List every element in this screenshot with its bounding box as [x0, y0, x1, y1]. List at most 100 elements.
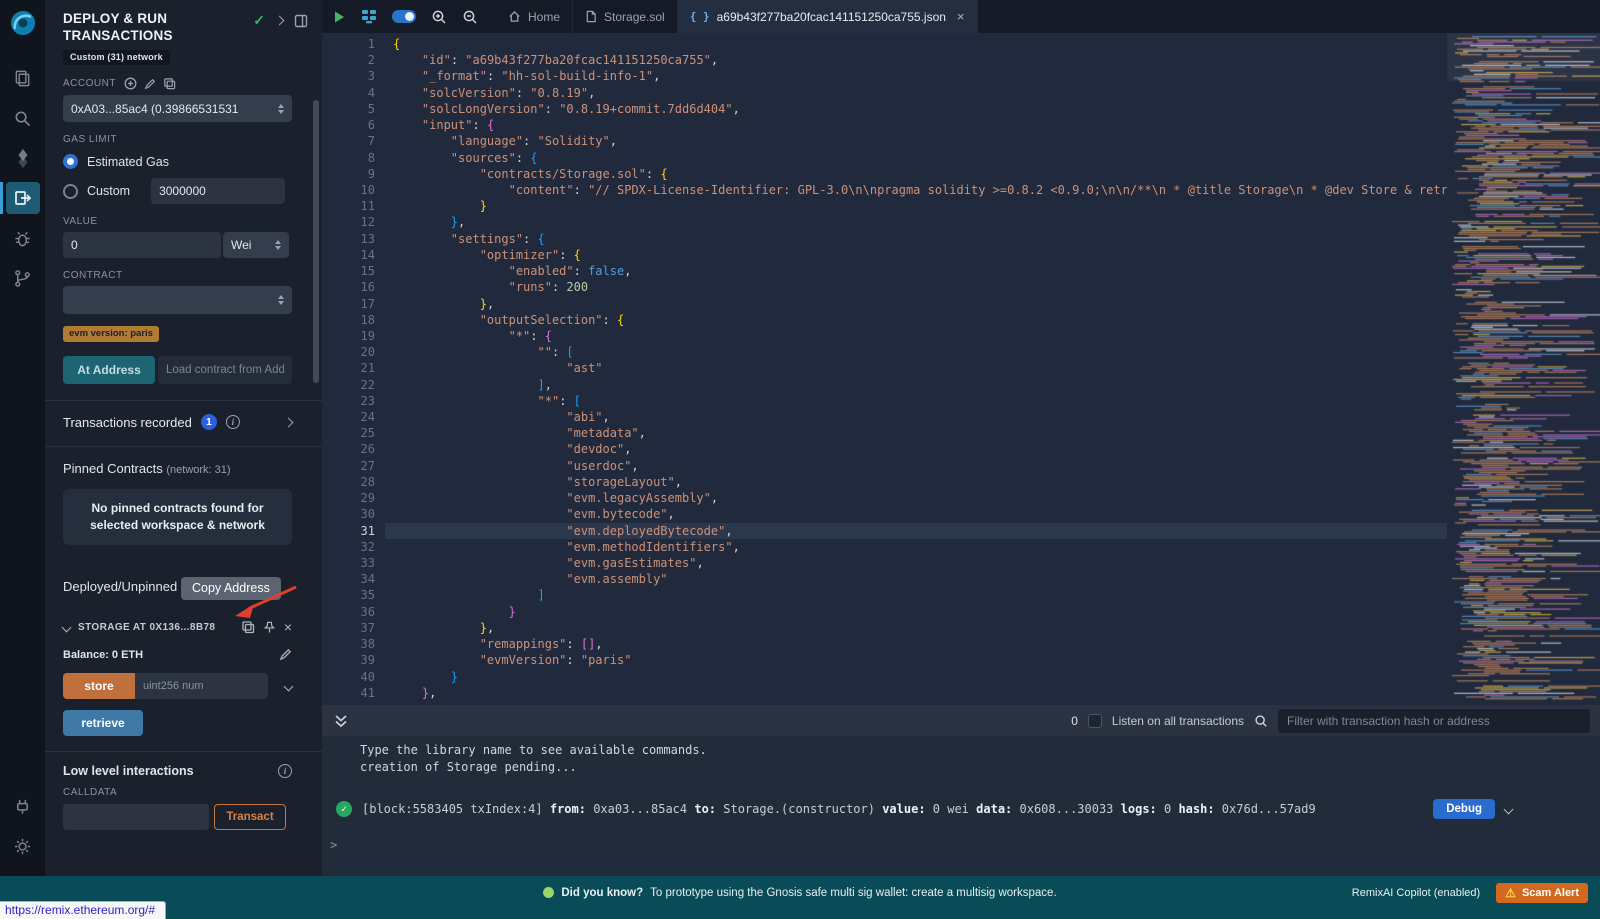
listen-checkbox[interactable]: [1088, 714, 1102, 728]
code-line[interactable]: "evm.bytecode",: [385, 506, 1447, 522]
code-line[interactable]: }: [385, 669, 1447, 685]
transaction-log-row[interactable]: ✓ [block:5583405 txIndex:4] from: 0xa03.…: [336, 799, 1600, 819]
debugger-icon[interactable]: [0, 218, 45, 258]
edit-balance-icon[interactable]: [279, 648, 292, 661]
code-line[interactable]: "language": "Solidity",: [385, 133, 1447, 149]
terminal-prompt[interactable]: >: [330, 838, 1600, 852]
side-panel-scrollbar[interactable]: [313, 100, 319, 383]
terminal-body[interactable]: Type the library name to see available c…: [322, 736, 1600, 876]
load-contract-input[interactable]: [158, 356, 292, 384]
custom-gas-option[interactable]: Custom: [63, 178, 292, 204]
radio-unchecked-icon[interactable]: [63, 184, 78, 199]
value-unit-select[interactable]: Wei: [223, 232, 289, 258]
store-param-input[interactable]: [135, 673, 268, 699]
line-number: 7: [322, 133, 375, 149]
code-line[interactable]: "*": {: [385, 328, 1447, 344]
search-icon[interactable]: [0, 98, 45, 138]
tab-storage-sol[interactable]: Storage.sol: [573, 0, 678, 33]
code-line[interactable]: ]: [385, 587, 1447, 603]
code-line[interactable]: "metadata",: [385, 425, 1447, 441]
estimated-gas-option[interactable]: Estimated Gas: [63, 154, 292, 169]
copilot-toggle[interactable]: [392, 10, 416, 23]
radio-checked-icon[interactable]: [63, 154, 78, 169]
transaction-filter-input[interactable]: [1278, 709, 1590, 733]
debug-button[interactable]: Debug: [1433, 799, 1495, 819]
terminal-expand-icon[interactable]: [334, 714, 348, 728]
scam-alert-badge[interactable]: ⚠ Scam Alert: [1496, 883, 1588, 903]
code-line[interactable]: "ast": [385, 360, 1447, 376]
contract-select[interactable]: [63, 286, 292, 314]
code-line[interactable]: },: [385, 296, 1447, 312]
code-line[interactable]: "enabled": false,: [385, 263, 1447, 279]
expand-params-icon[interactable]: [284, 681, 294, 691]
tab-build-info-json[interactable]: { } a69b43f277ba20fcac141151250ca755.jso…: [678, 0, 978, 33]
chevron-down-icon[interactable]: [62, 622, 72, 632]
panel-pin-icon[interactable]: [294, 14, 308, 28]
settings-gear-icon[interactable]: [0, 826, 45, 866]
code-line[interactable]: "evm.gasEstimates",: [385, 555, 1447, 571]
add-account-icon[interactable]: [124, 77, 137, 90]
minimap[interactable]: [1447, 33, 1600, 705]
code-line[interactable]: "id": "a69b43f277ba20fcac141151250ca755"…: [385, 52, 1447, 68]
code-line[interactable]: "userdoc",: [385, 458, 1447, 474]
code-line[interactable]: "storageLayout",: [385, 474, 1447, 490]
calldata-input[interactable]: [63, 804, 209, 830]
expand-log-icon[interactable]: [1504, 804, 1514, 814]
close-tab-icon[interactable]: ×: [957, 9, 965, 24]
code-line[interactable]: },: [385, 685, 1447, 701]
account-select[interactable]: 0xA03...85ac4 (0.39866531531: [63, 95, 292, 122]
code-line[interactable]: "evm.methodIdentifiers",: [385, 539, 1447, 555]
git-icon[interactable]: [0, 258, 45, 298]
panel-chevron-right-icon[interactable]: [275, 16, 285, 26]
code-line[interactable]: "optimizer": {: [385, 247, 1447, 263]
zoom-in-icon[interactable]: [431, 9, 447, 25]
code-line[interactable]: "runs": 200: [385, 279, 1447, 295]
code-line[interactable]: "contracts/Storage.sol": {: [385, 166, 1447, 182]
edit-account-icon[interactable]: [144, 78, 156, 90]
at-address-button[interactable]: At Address: [63, 356, 155, 384]
run-script-play-icon[interactable]: [332, 10, 346, 24]
code-editor[interactable]: 1234567891011121314151617181920212223242…: [322, 33, 1600, 705]
code-line[interactable]: }: [385, 604, 1447, 620]
code-line[interactable]: }: [385, 198, 1447, 214]
code-line[interactable]: "content": "// SPDX-License-Identifier: …: [385, 182, 1447, 198]
code-line[interactable]: "devdoc",: [385, 441, 1447, 457]
copilot-status[interactable]: RemixAI Copilot (enabled): [1352, 887, 1480, 899]
editor-code[interactable]: { "id": "a69b43f277ba20fcac141151250ca75…: [385, 36, 1447, 705]
code-line[interactable]: "remappings": [],: [385, 636, 1447, 652]
plugin-manager-icon[interactable]: [0, 786, 45, 826]
code-line[interactable]: "evm.legacyAssembly",: [385, 490, 1447, 506]
retrieve-button[interactable]: retrieve: [63, 710, 143, 736]
code-line[interactable]: "solcLongVersion": "0.8.19+commit.7dd6d4…: [385, 101, 1447, 117]
code-line[interactable]: "settings": {: [385, 231, 1447, 247]
code-line[interactable]: "abi",: [385, 409, 1447, 425]
store-button[interactable]: store: [63, 673, 135, 699]
code-line[interactable]: {: [385, 36, 1447, 52]
chevron-right-icon[interactable]: [284, 417, 294, 427]
code-line[interactable]: },: [385, 620, 1447, 636]
code-line[interactable]: "_format": "hh-sol-build-info-1",: [385, 68, 1447, 84]
custom-gas-input[interactable]: [151, 178, 285, 204]
deploy-run-icon[interactable]: [0, 178, 45, 218]
code-line[interactable]: "": [: [385, 344, 1447, 360]
solidity-compiler-icon[interactable]: [0, 138, 45, 178]
code-line[interactable]: "evm.deployedBytecode",: [385, 523, 1447, 539]
code-line[interactable]: "input": {: [385, 117, 1447, 133]
code-line[interactable]: },: [385, 214, 1447, 230]
code-line[interactable]: "evm.assembly": [385, 571, 1447, 587]
code-line[interactable]: "*": [: [385, 393, 1447, 409]
value-input[interactable]: [63, 232, 221, 258]
code-line[interactable]: ],: [385, 377, 1447, 393]
script-config-icon[interactable]: [361, 9, 377, 24]
remix-logo-icon[interactable]: [0, 0, 45, 46]
code-line[interactable]: "sources": {: [385, 150, 1447, 166]
tab-home[interactable]: Home: [496, 0, 573, 33]
copy-account-icon[interactable]: [163, 77, 176, 90]
transact-button[interactable]: Transact: [214, 804, 286, 830]
zoom-out-icon[interactable]: [462, 9, 478, 25]
code-line[interactable]: "outputSelection": {: [385, 312, 1447, 328]
transactions-recorded-row[interactable]: Transactions recorded 1 i: [63, 414, 292, 430]
code-line[interactable]: "solcVersion": "0.8.19",: [385, 85, 1447, 101]
file-explorer-icon[interactable]: [0, 58, 45, 98]
code-line[interactable]: "evmVersion": "paris": [385, 652, 1447, 668]
